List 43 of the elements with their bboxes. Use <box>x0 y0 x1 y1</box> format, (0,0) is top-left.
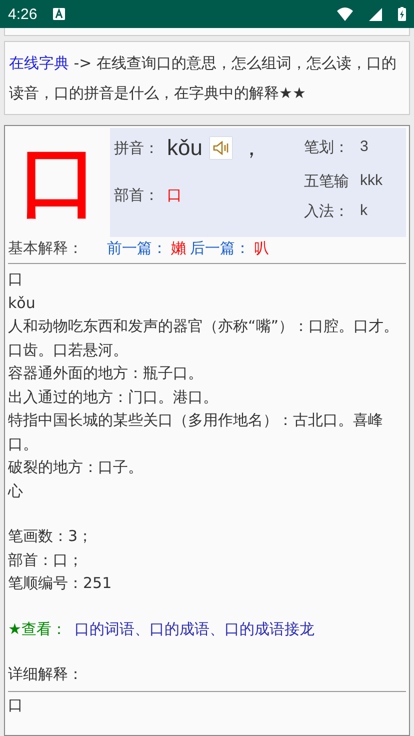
speaker-icon <box>213 141 230 155</box>
pinyin-label: 拼音： <box>114 138 159 158</box>
next-label: 后一篇： <box>190 239 250 258</box>
previous-link[interactable]: 嬾 <box>171 239 186 258</box>
headword-character: 口 <box>19 136 99 229</box>
pinyin-separator: ， <box>240 134 262 162</box>
speaker-button[interactable] <box>210 137 232 159</box>
fact-value: 3 <box>360 137 370 157</box>
intro-text: 在线字典 -> 在线查询口的意思，怎么组词，怎么读，口的读音，口的拼音是什么，在字典中的解释★★ <box>4 41 410 115</box>
definition-line: 破裂的地方：口子。 <box>8 457 144 478</box>
related-link[interactable]: 口的成语 <box>149 618 210 641</box>
previous-label: 前一篇： <box>107 239 167 258</box>
next-link[interactable]: 叭 <box>254 239 269 258</box>
stat-line: 笔画数：3； <box>8 526 94 547</box>
dictionary-link[interactable]: 在线字典 <box>9 54 69 72</box>
separator-text: 、 <box>134 618 150 640</box>
signal-icon <box>369 8 382 20</box>
definition-line: 心 <box>8 480 24 502</box>
definition-line: 容器通外面的地方：瓶子口。 <box>8 363 204 384</box>
definition-line: 特指中国长城的某些关口（多用作地名）：古北口。喜峰口。 <box>8 410 384 454</box>
fact-label: 笔划： <box>304 137 350 158</box>
definition-line: 人和动物吃东西和发声的器官（亦称“嘴”）：口腔。口才。口齿。口若悬河。 <box>8 316 400 360</box>
fact-value: kkkk <box>360 171 384 221</box>
stat-line: 笔顺编号：251 <box>8 573 113 594</box>
definition-line: 出入通过的地方：门口。港口。 <box>8 386 219 408</box>
section-label: 详细解释： <box>8 664 84 685</box>
definition-line: 口 <box>8 269 24 290</box>
related-link[interactable]: 口的成语接龙 <box>224 618 314 641</box>
separator-text: 、 <box>209 618 224 640</box>
status-time: 4:26 <box>8 6 38 22</box>
battery-icon <box>398 7 406 21</box>
definition-line: 口 <box>8 694 24 716</box>
definition-line: kǒu <box>8 292 36 314</box>
related-link[interactable]: 口的词语 <box>74 618 134 641</box>
section-label: 基本解释： <box>8 239 83 258</box>
see-also-label: ★查看： <box>8 618 66 640</box>
radical-label: 部首： <box>114 186 159 204</box>
notification-icon <box>53 8 66 20</box>
stat-line: 部首：口； <box>8 550 84 570</box>
pinyin-text: kǒu <box>167 135 202 161</box>
fact-label: 五笔输入法： <box>304 171 350 222</box>
wifi-icon <box>337 7 353 21</box>
radical-text: 口 <box>167 186 182 204</box>
